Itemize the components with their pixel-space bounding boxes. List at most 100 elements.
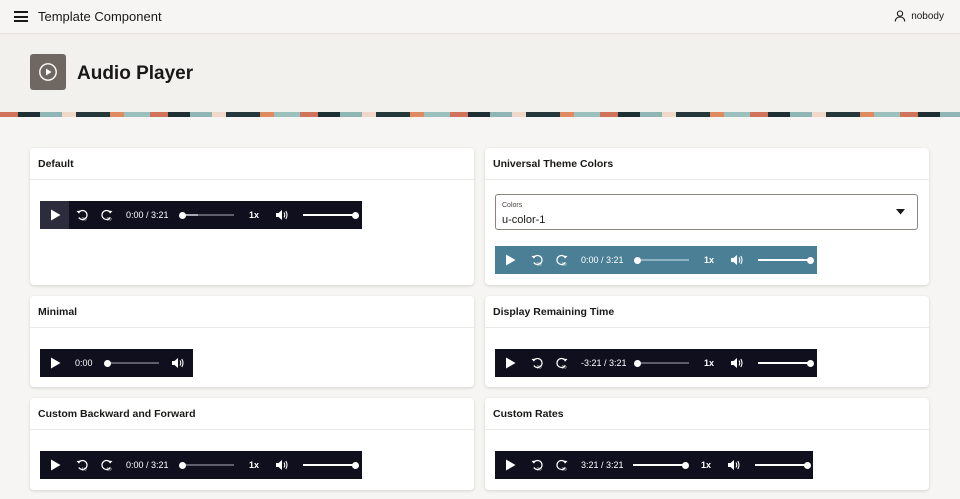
page-hero: Audio Player [0, 34, 960, 112]
forward-button[interactable]: 30 [100, 208, 114, 222]
colors-select-value: u-color-1 [502, 214, 546, 226]
audio-player-minimal: 0:00 [40, 349, 193, 377]
top-bar: Template Component nobody [0, 0, 960, 34]
forward-icon: 30 [556, 357, 568, 370]
play-icon [50, 459, 60, 471]
volume-slider[interactable] [755, 461, 811, 469]
progress-slider[interactable] [633, 359, 689, 367]
play-icon [50, 357, 60, 369]
forward-button[interactable]: 10 [100, 458, 114, 472]
playback-rate-button[interactable]: 1x [701, 460, 711, 470]
volume-button[interactable] [275, 208, 289, 222]
card-title: Custom Rates [493, 408, 564, 420]
play-circle-icon [30, 54, 66, 90]
play-icon [50, 209, 60, 221]
username: nobody [911, 10, 944, 22]
audio-player-remaining: 30 30 -3:21 / 3:21 1x [495, 349, 817, 377]
rewind-icon: 30 [531, 357, 543, 370]
rewind-button[interactable]: 30 [530, 356, 544, 370]
rewind-button[interactable]: 10 [75, 458, 89, 472]
card-display-remaining-time: Display Remaining Time 30 30 -3:21 / 3:2… [485, 296, 929, 387]
card-universal-theme-colors: Universal Theme Colors Colors u-color-1 … [485, 148, 929, 285]
user-menu[interactable]: nobody [894, 10, 944, 22]
rewind-button[interactable]: 30 [530, 458, 544, 472]
svg-text:30: 30 [82, 217, 88, 222]
volume-button[interactable] [275, 458, 289, 472]
volume-icon [731, 255, 743, 265]
card-divider [485, 429, 929, 430]
volume-slider[interactable] [758, 256, 814, 264]
forward-icon: 30 [556, 459, 568, 472]
rewind-button[interactable]: 30 [75, 208, 89, 222]
card-custom-backward-forward: Custom Backward and Forward 10 10 0:00 /… [30, 398, 474, 490]
user-icon [894, 10, 906, 22]
rewind-icon: 30 [531, 459, 543, 472]
card-title: Custom Backward and Forward [38, 408, 196, 420]
progress-slider[interactable] [633, 256, 689, 264]
app-title[interactable]: Template Component [38, 9, 162, 24]
volume-icon [276, 460, 288, 470]
volume-icon [276, 210, 288, 220]
decorative-pattern [0, 112, 960, 117]
card-default: Default 30 30 0:00 / 3:21 1x [30, 148, 474, 285]
volume-icon [172, 358, 184, 368]
svg-text:10: 10 [82, 467, 88, 472]
volume-icon [731, 358, 743, 368]
audio-player-custom-rates: 30 30 3:21 / 3:21 1x [495, 451, 813, 479]
playback-rate-button[interactable]: 1x [704, 358, 714, 368]
play-button[interactable] [48, 458, 62, 472]
progress-slider[interactable] [178, 211, 234, 219]
play-button[interactable] [503, 458, 517, 472]
card-title: Display Remaining Time [493, 306, 615, 318]
card-title: Universal Theme Colors [493, 158, 614, 170]
card-minimal: Minimal 0:00 [30, 296, 474, 387]
progress-slider[interactable] [178, 461, 234, 469]
playback-rate-button[interactable]: 1x [249, 210, 259, 220]
volume-slider[interactable] [758, 359, 814, 367]
time-display: 0:00 / 3:21 [126, 210, 169, 220]
rewind-icon: 30 [531, 254, 543, 267]
audio-player-default: 30 30 0:00 / 3:21 1x [40, 201, 362, 229]
time-display: 0:00 / 3:21 [581, 255, 624, 265]
card-title: Default [38, 158, 74, 170]
card-divider [30, 429, 474, 430]
hamburger-icon[interactable] [14, 11, 28, 22]
page-title: Audio Player [77, 63, 194, 84]
volume-slider[interactable] [303, 211, 359, 219]
card-divider [30, 179, 474, 180]
progress-slider[interactable] [633, 461, 689, 469]
play-button[interactable] [503, 253, 517, 267]
forward-icon: 30 [556, 254, 568, 267]
forward-button[interactable]: 30 [555, 253, 569, 267]
progress-slider[interactable] [103, 359, 159, 367]
forward-icon: 30 [101, 209, 113, 222]
card-custom-rates: Custom Rates 30 30 3:21 / 3:21 1x [485, 398, 929, 490]
play-button[interactable] [48, 356, 62, 370]
svg-text:30: 30 [537, 262, 543, 267]
time-display: 0:00 [75, 358, 93, 368]
playback-rate-button[interactable]: 1x [704, 255, 714, 265]
volume-button[interactable] [727, 458, 741, 472]
volume-button[interactable] [730, 253, 744, 267]
forward-button[interactable]: 30 [555, 458, 569, 472]
card-divider [485, 179, 929, 180]
forward-button[interactable]: 30 [555, 356, 569, 370]
time-display: -3:21 / 3:21 [581, 358, 627, 368]
volume-button[interactable] [730, 356, 744, 370]
play-button[interactable] [48, 208, 62, 222]
play-icon [505, 459, 515, 471]
time-display: 3:21 / 3:21 [581, 460, 624, 470]
playback-rate-button[interactable]: 1x [249, 460, 259, 470]
volume-button[interactable] [171, 356, 185, 370]
audio-player-custom-skip: 10 10 0:00 / 3:21 1x [40, 451, 362, 479]
rewind-button[interactable]: 30 [530, 253, 544, 267]
caret-down-icon [896, 209, 905, 215]
audio-player-theme: 30 30 0:00 / 3:21 1x [495, 246, 817, 274]
colors-select[interactable]: Colors u-color-1 [495, 194, 918, 230]
svg-text:30: 30 [562, 262, 568, 267]
card-title: Minimal [38, 306, 78, 318]
play-icon [505, 254, 515, 266]
colors-select-label: Colors [502, 202, 523, 209]
volume-slider[interactable] [303, 461, 359, 469]
play-button[interactable] [503, 356, 517, 370]
